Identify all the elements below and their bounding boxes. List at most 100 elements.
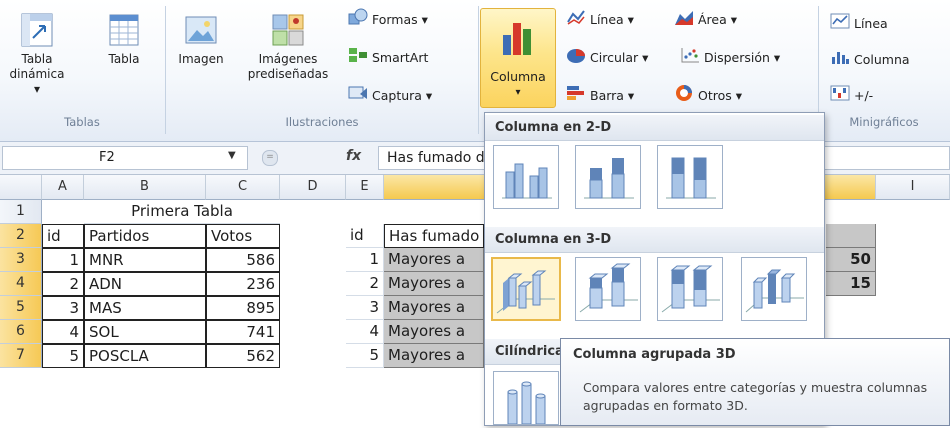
table-icon [106, 12, 142, 48]
header-cell[interactable]: Votos [206, 224, 280, 248]
sparkline-winloss-label: +/- [854, 88, 874, 103]
chart-type-stacked-column[interactable] [575, 145, 641, 209]
data-cell[interactable]: 5 [42, 344, 84, 368]
sparkline-line-button[interactable]: Línea [830, 13, 888, 35]
chart-type-100-stacked-column[interactable] [657, 145, 723, 209]
data-cell[interactable]: 2 [42, 272, 84, 296]
data-cell[interactable]: 1 [346, 248, 384, 272]
column-chart-button[interactable]: Columna ▾ [480, 8, 556, 108]
pivot-table-button[interactable]: Tabla dinámica ▾ [6, 12, 68, 97]
data-cell[interactable]: Mayores a [384, 296, 484, 320]
row-header[interactable]: 7 [0, 344, 42, 368]
circle-button-icon[interactable]: = [262, 150, 278, 166]
scatter-chart-label: Dispersión ▾ [704, 50, 781, 65]
header-cell[interactable]: id [42, 224, 84, 248]
stacked-column-icon [584, 158, 634, 199]
sparkline-column-label: Columna [854, 52, 910, 67]
area-chart-button[interactable]: Área ▾ [674, 10, 737, 30]
data-cell[interactable]: 2 [346, 272, 384, 296]
area-chart-icon [674, 8, 694, 32]
column-header[interactable]: I [876, 175, 950, 200]
clipart-label-1: Imágenes [258, 52, 318, 66]
data-cell[interactable]: 1 [42, 248, 84, 272]
name-box[interactable]: F2 [2, 146, 248, 170]
data-cell[interactable]: 236 [206, 272, 280, 296]
row-header[interactable]: 3 [0, 248, 42, 272]
row-header[interactable]: 2 [0, 224, 42, 248]
data-cell[interactable]: 562 [206, 344, 280, 368]
table-button[interactable]: Tabla [100, 12, 148, 67]
sparkline-winloss-button[interactable]: +/- [830, 85, 874, 106]
data-cell[interactable]: SOL [84, 320, 206, 344]
data-cell[interactable]: Mayores a [384, 248, 484, 272]
data-cell[interactable]: 4 [346, 320, 384, 344]
data-cell[interactable]: 3 [346, 296, 384, 320]
smartart-button[interactable]: SmartArt [348, 48, 428, 68]
function-icon[interactable]: fx [346, 148, 361, 164]
column-header[interactable]: E [346, 175, 384, 200]
area-chart-label: Área ▾ [698, 12, 738, 27]
data-cell[interactable]: 15 [826, 272, 876, 296]
column-header[interactable]: C [206, 175, 280, 200]
data-cell[interactable]: 3 [42, 296, 84, 320]
chevron-down-icon[interactable]: ▼ [228, 150, 236, 161]
screenshot-button[interactable]: Captura ▾ [348, 86, 432, 106]
header-cell[interactable]: Has fumado [384, 224, 484, 248]
data-cell[interactable] [826, 224, 876, 248]
chart-type-3d-100-stacked-column[interactable] [657, 257, 723, 321]
data-cell[interactable]: Mayores a [384, 272, 484, 296]
data-cell[interactable]: 50 [826, 248, 876, 272]
section-header-3d: Columna en 3-D [485, 227, 824, 253]
sparkline-column-button[interactable]: Columna [830, 50, 910, 70]
data-cell[interactable]: ADN [84, 272, 206, 296]
section-header-cylinder: Cilíndrica [485, 339, 561, 365]
scatter-chart-button[interactable]: Dispersión ▾ [680, 48, 780, 68]
clustered-column-icon [502, 163, 552, 199]
pie-chart-button[interactable]: Circular ▾ [566, 48, 648, 68]
row-header[interactable]: 4 [0, 272, 42, 296]
sparkline-line-icon [830, 13, 850, 35]
column-header[interactable]: D [280, 175, 346, 200]
data-cell[interactable]: 5 [346, 344, 384, 368]
data-cell[interactable]: 741 [206, 320, 280, 344]
clipart-button[interactable]: Imágenes prediseñadas [244, 12, 332, 82]
column-chart-label: Columna [490, 69, 546, 84]
data-cell[interactable]: Mayores a [384, 320, 484, 344]
image-label: Imagen [178, 52, 224, 66]
image-button[interactable]: Imagen [172, 12, 230, 67]
data-cell[interactable]: 586 [206, 248, 280, 272]
table-label: Tabla [108, 52, 140, 66]
chart-type-3d-stacked-column[interactable] [575, 257, 641, 321]
header-cell[interactable]: id [346, 224, 384, 248]
select-all-corner[interactable] [0, 175, 42, 200]
donut-chart-icon [674, 84, 694, 108]
clipart-icon [270, 12, 306, 48]
chevron-down-icon: ▾ [515, 87, 521, 98]
data-cell[interactable]: MNR [84, 248, 206, 272]
header-cell[interactable]: Partidos [84, 224, 206, 248]
data-cell[interactable]: Mayores a [384, 344, 484, 368]
row-header[interactable]: 5 [0, 296, 42, 320]
bar-chart-button[interactable]: Barra ▾ [566, 86, 634, 106]
data-cell[interactable]: POSCLA [84, 344, 206, 368]
cylinder-column-icon [507, 381, 546, 425]
column-header[interactable]: A [42, 175, 84, 200]
data-cell[interactable]: 895 [206, 296, 280, 320]
shapes-button[interactable]: Formas ▾ [348, 8, 428, 30]
bar-chart-label: Barra ▾ [590, 88, 635, 103]
chart-type-3d-clustered-column[interactable] [491, 257, 561, 321]
row-header[interactable]: 6 [0, 320, 42, 344]
data-cell[interactable]: MAS [84, 296, 206, 320]
other-charts-button[interactable]: Otros ▾ [674, 84, 742, 108]
chart-type-clustered-column[interactable] [493, 145, 559, 209]
chart-type-cylinder[interactable] [493, 371, 559, 425]
line-chart-button[interactable]: Línea ▾ [566, 10, 634, 30]
chart-type-3d-column[interactable] [741, 257, 807, 321]
data-cell[interactable]: 4 [42, 320, 84, 344]
row-header[interactable]: 1 [0, 200, 42, 224]
pivot-table-label-2: dinámica ▾ [9, 67, 65, 96]
shapes-label: Formas ▾ [372, 12, 428, 27]
3d-column-icon [745, 269, 804, 313]
column-header[interactable]: B [84, 175, 206, 200]
table-title-cell[interactable]: Primera Tabla [84, 200, 280, 224]
